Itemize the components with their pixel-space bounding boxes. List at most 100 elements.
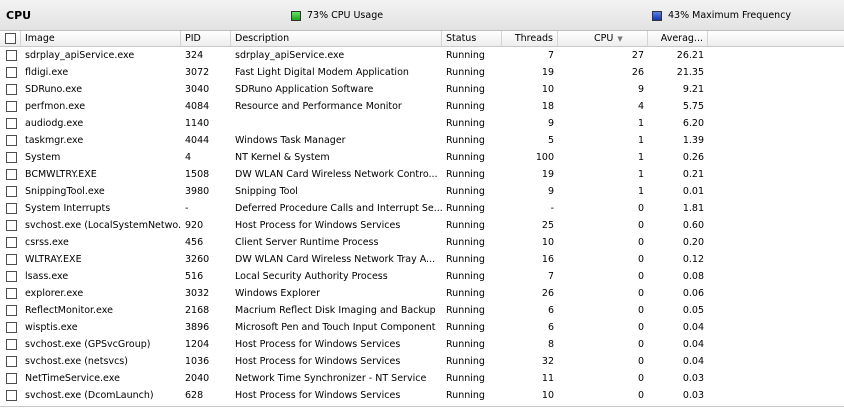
threads-cell: 9: [547, 186, 554, 197]
table-row[interactable]: svchost.exe (DcomLaunch) 628 Host Process …: [0, 387, 844, 404]
table-row[interactable]: SDRuno.exe 3040 SDRuno Application Softwar…: [0, 81, 844, 98]
row-checkbox[interactable]: [6, 322, 17, 333]
table-row[interactable]: wisptis.exe 3896 Microsoft Pen and Touch I…: [0, 319, 844, 336]
pid-cell: 1140: [185, 118, 210, 129]
row-checkbox[interactable]: [6, 288, 17, 299]
average-cpu-cell: 0.26: [682, 152, 704, 163]
table-row[interactable]: perfmon.exe 4084 Resource and Performance …: [0, 98, 844, 115]
pid-cell: 4084: [185, 101, 210, 112]
pid-cell: 516: [185, 271, 204, 282]
table-row[interactable]: System 4 NT Kernel & System Running 100 1 0.26: [0, 149, 844, 166]
status-cell: Running: [446, 50, 485, 61]
row-checkbox[interactable]: [6, 169, 17, 180]
average-cpu-cell: 1.81: [682, 203, 704, 214]
cpu-section-header[interactable]: CPU 73% CPU Usage 43% Maximum Frequency: [0, 0, 844, 31]
table-row[interactable]: audiodg.exe 1140 Running 9 1 6.20: [0, 115, 844, 132]
status-cell: Running: [446, 356, 485, 367]
image-cell: svchost.exe (LocalSystemNetwo...: [25, 220, 181, 231]
select-all-cell: [0, 31, 21, 46]
row-checkbox[interactable]: [6, 254, 17, 265]
threads-cell: 10: [541, 84, 554, 95]
description-cell: Resource and Performance Monitor: [235, 101, 402, 112]
cpu-cell: 0: [637, 339, 644, 350]
image-cell: explorer.exe: [25, 288, 84, 299]
table-row[interactable]: svchost.exe (netsvcs) 1036 Host Process fo…: [0, 353, 844, 370]
column-header-average[interactable]: Averag...: [648, 31, 708, 46]
average-cpu-cell: 0.21: [682, 169, 704, 180]
cpu-cell: 26: [631, 67, 644, 78]
table-row[interactable]: SnippingTool.exe 3980 Snipping Tool Running…: [0, 183, 844, 200]
row-checkbox[interactable]: [6, 220, 17, 231]
table-row[interactable]: sdrplay_apiService.exe 324 sdrplay_apiServ…: [0, 47, 844, 64]
max-frequency-text: 43% Maximum Frequency: [668, 10, 792, 21]
cpu-cell: 1: [637, 118, 644, 129]
cpu-cell: 0: [637, 305, 644, 316]
table-row[interactable]: taskmgr.exe 4044 Windows Task Manager Runni…: [0, 132, 844, 149]
average-cpu-cell: 1.39: [682, 135, 704, 146]
row-checkbox[interactable]: [6, 390, 17, 401]
row-checkbox[interactable]: [6, 203, 17, 214]
table-row[interactable]: WLTRAY.EXE 3260 DW WLAN Card Wireless Netw…: [0, 251, 844, 268]
table-row[interactable]: NetTimeService.exe 2040 Network Time Synch…: [0, 370, 844, 387]
table-row[interactable]: svchost.exe (GPSvcGroup) 1204 Host Process…: [0, 336, 844, 353]
threads-cell: 6: [547, 322, 554, 333]
table-row[interactable]: System Interrupts - Deferred Procedure Cal…: [0, 200, 844, 217]
threads-cell: 10: [541, 237, 554, 248]
description-cell: Client Server Runtime Process: [235, 237, 379, 248]
threads-cell: 26: [541, 288, 554, 299]
pid-cell: 628: [185, 390, 204, 401]
pid-cell: 2040: [185, 373, 210, 384]
status-cell: Running: [446, 390, 485, 401]
table-row[interactable]: svchost.exe (LocalSystemNetwo... 920 Host …: [0, 217, 844, 234]
threads-cell: 7: [547, 50, 554, 61]
column-header-row: Image PID Description Status Threads CPU…: [0, 31, 844, 47]
column-header-description[interactable]: Description: [231, 31, 442, 46]
description-cell: DW WLAN Card Wireless Network Contro...: [235, 169, 438, 180]
table-row[interactable]: ReflectMonitor.exe 2168 Macrium Reflect Di…: [0, 302, 844, 319]
row-checkbox[interactable]: [6, 67, 17, 78]
row-checkbox[interactable]: [6, 118, 17, 129]
average-cpu-cell: 0.05: [682, 305, 704, 316]
cpu-cell: 1: [637, 135, 644, 146]
row-checkbox[interactable]: [6, 305, 17, 316]
table-row[interactable]: BCMWLTRY.EXE 1508 DW WLAN Card Wireless Ne…: [0, 166, 844, 183]
column-header-cpu-label: CPU: [594, 33, 614, 44]
table-row[interactable]: lsass.exe 516 Local Security Authority Pro…: [0, 268, 844, 285]
average-cpu-cell: 0.04: [682, 322, 704, 333]
description-cell: Microsoft Pen and Touch Input Component: [235, 322, 436, 333]
cpu-cell: 0: [637, 356, 644, 367]
row-checkbox[interactable]: [6, 186, 17, 197]
average-cpu-cell: 0.12: [682, 254, 704, 265]
column-header-image[interactable]: Image: [21, 31, 181, 46]
row-checkbox[interactable]: [6, 50, 17, 61]
row-checkbox[interactable]: [6, 373, 17, 384]
row-checkbox[interactable]: [6, 237, 17, 248]
row-checkbox[interactable]: [6, 271, 17, 282]
description-cell: Windows Explorer: [235, 288, 320, 299]
column-header-pid[interactable]: PID: [181, 31, 231, 46]
max-frequency-indicator: 43% Maximum Frequency: [652, 10, 791, 21]
cpu-cell: 0: [637, 390, 644, 401]
row-checkbox[interactable]: [6, 339, 17, 350]
row-checkbox[interactable]: [6, 356, 17, 367]
row-checkbox[interactable]: [6, 101, 17, 112]
image-cell: SnippingTool.exe: [25, 186, 105, 197]
average-cpu-cell: 21.35: [676, 67, 704, 78]
column-header-threads[interactable]: Threads: [502, 31, 558, 46]
description-cell: Host Process for Windows Services: [235, 390, 401, 401]
status-cell: Running: [446, 288, 485, 299]
select-all-checkbox[interactable]: [5, 33, 16, 44]
description-cell: Host Process for Windows Services: [235, 356, 401, 367]
row-checkbox[interactable]: [6, 135, 17, 146]
table-row[interactable]: explorer.exe 3032 Windows Explorer Running 2…: [0, 285, 844, 302]
column-header-status[interactable]: Status: [442, 31, 502, 46]
table-row[interactable]: fldigi.exe 3072 Fast Light Digital Modem A…: [0, 64, 844, 81]
cpu-cell: 1: [637, 186, 644, 197]
row-checkbox[interactable]: [6, 84, 17, 95]
column-header-cpu[interactable]: CPU ▼: [558, 31, 648, 46]
row-checkbox[interactable]: [6, 152, 17, 163]
table-row[interactable]: csrss.exe 456 Client Server Runtime Proces…: [0, 234, 844, 251]
pid-cell: 456: [185, 237, 204, 248]
pid-cell: 2168: [185, 305, 210, 316]
pid-cell: 3032: [185, 288, 210, 299]
